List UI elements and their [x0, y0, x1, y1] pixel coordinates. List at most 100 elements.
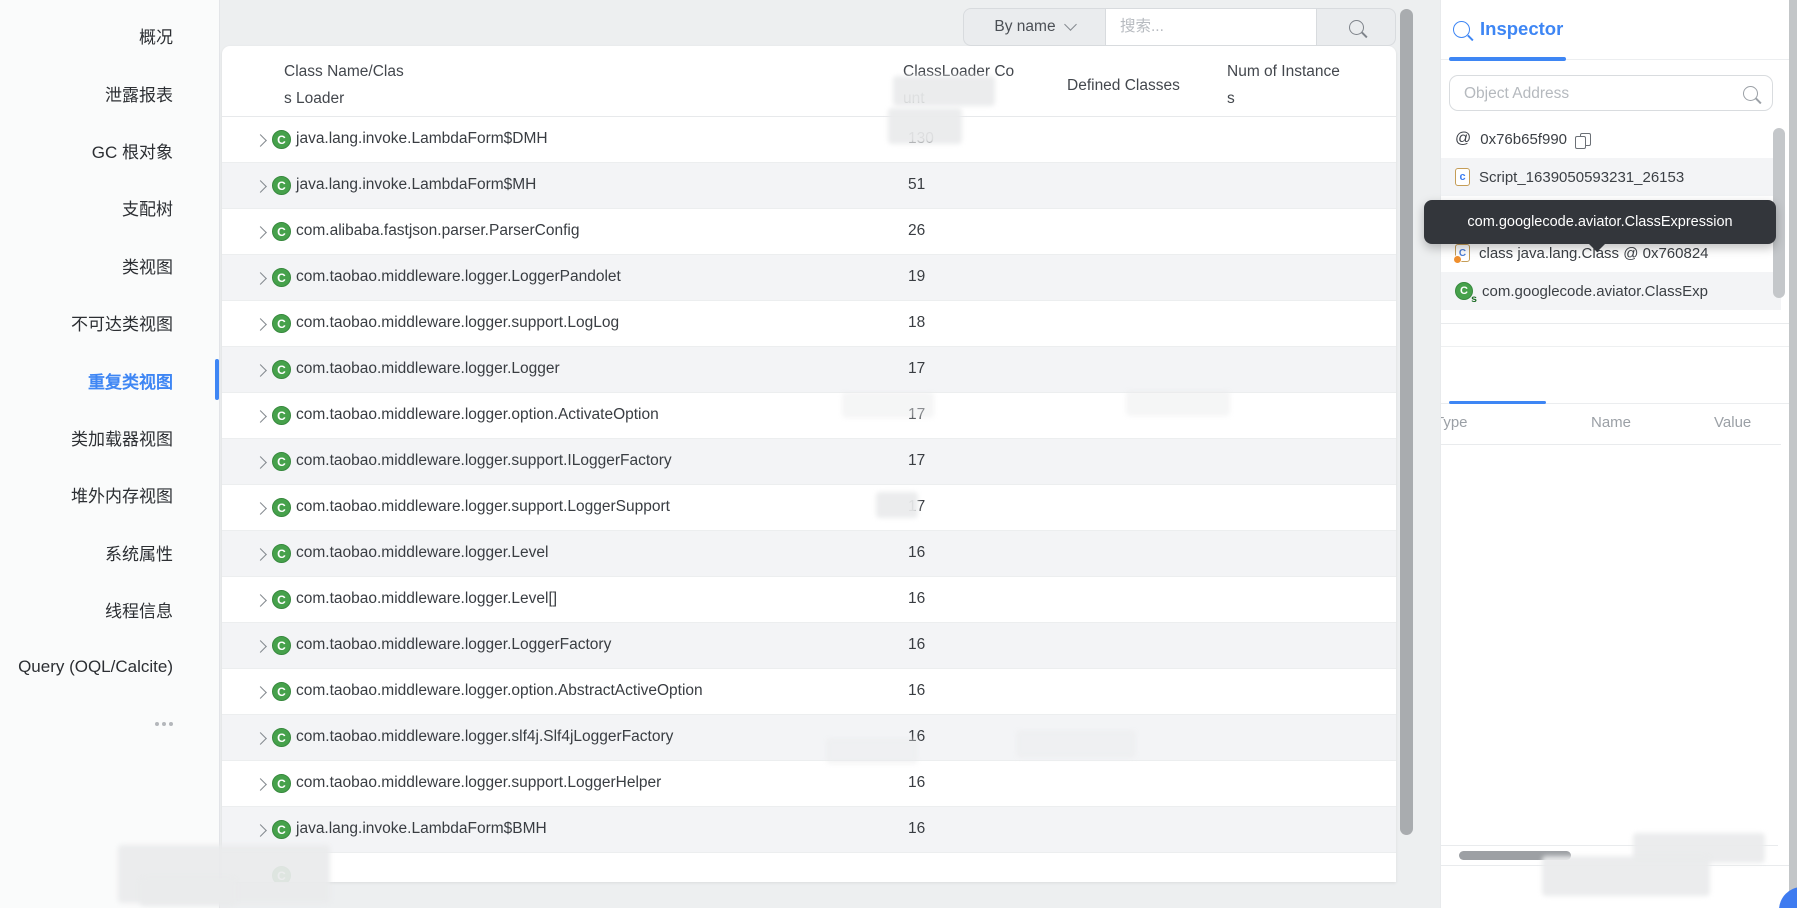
search-input[interactable]	[1106, 8, 1316, 46]
object-label: Script_1639050593231_26153	[1479, 169, 1684, 186]
chevron-right-icon[interactable]	[254, 502, 267, 515]
chevron-right-icon[interactable]	[254, 318, 267, 331]
classloader-count: 16	[908, 774, 925, 792]
sidebar-item[interactable]: Query (OQL/Calcite)	[0, 638, 219, 695]
chevron-right-icon[interactable]	[254, 732, 267, 745]
table-row[interactable]: com.taobao.middleware.logger.Level 16	[222, 531, 1396, 577]
table-row[interactable]: com.taobao.middleware.logger.support.Log…	[222, 761, 1396, 807]
table-row[interactable]: com.taobao.middleware.logger.option.Abst…	[222, 669, 1396, 715]
chevron-right-icon[interactable]	[254, 410, 267, 423]
table-row[interactable]: com.taobao.middleware.logger.support.Log…	[222, 485, 1396, 531]
divider	[1441, 323, 1797, 324]
col-classloader-count[interactable]: ClassLoader Count	[903, 58, 1021, 112]
chevron-right-icon[interactable]	[254, 180, 267, 193]
chevron-right-icon[interactable]	[254, 778, 267, 791]
class-icon	[272, 176, 291, 195]
chevron-right-icon[interactable]	[254, 686, 267, 699]
search-mode-select[interactable]: By name	[963, 8, 1106, 46]
object-type-icon	[1455, 244, 1470, 262]
object-type-icon	[1455, 282, 1473, 300]
col-class-name[interactable]: Class Name/Class Loader	[284, 58, 404, 112]
table-row[interactable]: com.taobao.middleware.logger.slf4j.Slf4j…	[222, 715, 1396, 761]
classloader-count: 17	[908, 452, 925, 470]
col-num-instances[interactable]: Num of Instances	[1227, 58, 1347, 112]
classloader-count: 17	[908, 498, 925, 516]
chevron-down-icon	[1064, 18, 1077, 31]
table-row[interactable]: com.taobao.middleware.logger.LoggerPando…	[222, 255, 1396, 301]
sidebar-item[interactable]: 泄露报表	[0, 64, 219, 121]
table-body: java.lang.invoke.LambdaForm$DMH 130 java…	[222, 117, 1396, 882]
sidebar-item-label: 重复类视图	[88, 368, 173, 393]
sidebar-item[interactable]: 不可达类视图	[0, 294, 219, 351]
sidebar-item[interactable]: 重复类视图	[0, 351, 219, 408]
divider	[1441, 444, 1781, 445]
search-button[interactable]	[1316, 8, 1396, 46]
inspector-list-item[interactable]: Script_1639050593231_26153	[1441, 158, 1781, 196]
sidebar-item-label: 概况	[139, 23, 173, 48]
active-tab-indicator	[1449, 401, 1546, 404]
attr-col-value: Value	[1714, 414, 1751, 431]
duplicate-classes-panel: Class Name/Class Loader ClassLoader Coun…	[222, 46, 1396, 882]
classloader-count: 16	[908, 544, 925, 562]
table-row[interactable]: com.alibaba.fastjson.parser.ParserConfig…	[222, 209, 1396, 255]
table-row[interactable]: com.taobao.middleware.logger.LoggerFacto…	[222, 623, 1396, 669]
sidebar-item-label: 系统属性	[105, 540, 173, 565]
main-scrollbar[interactable]	[1400, 9, 1413, 835]
table-row[interactable]: java.lang.invoke.LambdaForm$DMH 130	[222, 117, 1396, 163]
chevron-right-icon[interactable]	[254, 272, 267, 285]
sidebar-item[interactable]	[0, 696, 219, 753]
sidebar-item[interactable]: 概况	[0, 7, 219, 64]
inspector-list-item[interactable]: com.googlecode.aviator.ClassExp	[1441, 272, 1781, 310]
chevron-right-icon[interactable]	[254, 594, 267, 607]
table-row[interactable]: com.taobao.middleware.logger.support.ILo…	[222, 439, 1396, 485]
table-row[interactable]: java.lang.invoke.LambdaForm$BMH 16	[222, 807, 1396, 853]
window-scrollbar-track[interactable]	[1789, 0, 1797, 908]
sidebar-item[interactable]: 支配树	[0, 179, 219, 236]
inspector-list-item[interactable]: 0x76b65f990	[1441, 120, 1781, 158]
class-icon	[272, 590, 291, 609]
classloader-count: 17	[908, 406, 925, 424]
table-row[interactable]: java.lang.invoke.LambdaForm$MH 51	[222, 163, 1396, 209]
table-row-partial[interactable]	[222, 853, 1396, 882]
table-row[interactable]: com.taobao.middleware.logger.option.Acti…	[222, 393, 1396, 439]
chevron-right-icon[interactable]	[254, 548, 267, 561]
sidebar-item[interactable]: GC 根对象	[0, 122, 219, 179]
chevron-right-icon[interactable]	[254, 824, 267, 837]
class-icon	[272, 314, 291, 333]
attr-col-name: Name	[1591, 414, 1631, 431]
table-row[interactable]: com.taobao.middleware.logger.support.Log…	[222, 301, 1396, 347]
table-row[interactable]: com.taobao.middleware.logger.Level[] 16	[222, 577, 1396, 623]
sidebar-item[interactable]: 类视图	[0, 237, 219, 294]
class-icon	[272, 544, 291, 563]
class-name: com.taobao.middleware.logger.Logger	[296, 360, 560, 378]
inspector-header: Inspector	[1453, 18, 1563, 40]
sidebar-item[interactable]: 线程信息	[0, 581, 219, 638]
search-mode-label: By name	[994, 18, 1055, 36]
sidebar-item[interactable]: 堆外内存视图	[0, 466, 219, 523]
address-search-icon[interactable]	[1743, 86, 1758, 101]
chevron-right-icon[interactable]	[254, 364, 267, 377]
class-icon	[272, 498, 291, 517]
sidebar-item[interactable]: 类加载器视图	[0, 409, 219, 466]
sidebar-item[interactable]: 系统属性	[0, 524, 219, 581]
chevron-right-icon[interactable]	[254, 134, 267, 147]
object-address-input[interactable]	[1462, 80, 1726, 108]
class-icon	[272, 866, 291, 882]
classloader-count: 16	[908, 728, 925, 746]
inspector-horizontal-scrollbar[interactable]	[1459, 851, 1571, 860]
inspector-list-item[interactable]	[1441, 310, 1781, 316]
class-name: com.alibaba.fastjson.parser.ParserConfig	[296, 222, 579, 240]
classloader-count: 16	[908, 590, 925, 608]
col-defined-classes[interactable]: Defined Classes	[1067, 72, 1237, 99]
class-name: java.lang.invoke.LambdaForm$MH	[296, 176, 536, 194]
class-icon	[272, 406, 291, 425]
chevron-right-icon[interactable]	[254, 456, 267, 469]
inspector-panel: Inspector 0x76b65f990 Script_16390505932…	[1440, 0, 1797, 908]
inspector-icon	[1453, 21, 1470, 38]
sidebar-item-label: 类视图	[122, 253, 173, 278]
chevron-right-icon[interactable]	[254, 640, 267, 653]
chevron-right-icon[interactable]	[254, 226, 267, 239]
copy-icon[interactable]	[1580, 133, 1591, 146]
class-icon	[272, 682, 291, 701]
table-row[interactable]: com.taobao.middleware.logger.Logger 17	[222, 347, 1396, 393]
